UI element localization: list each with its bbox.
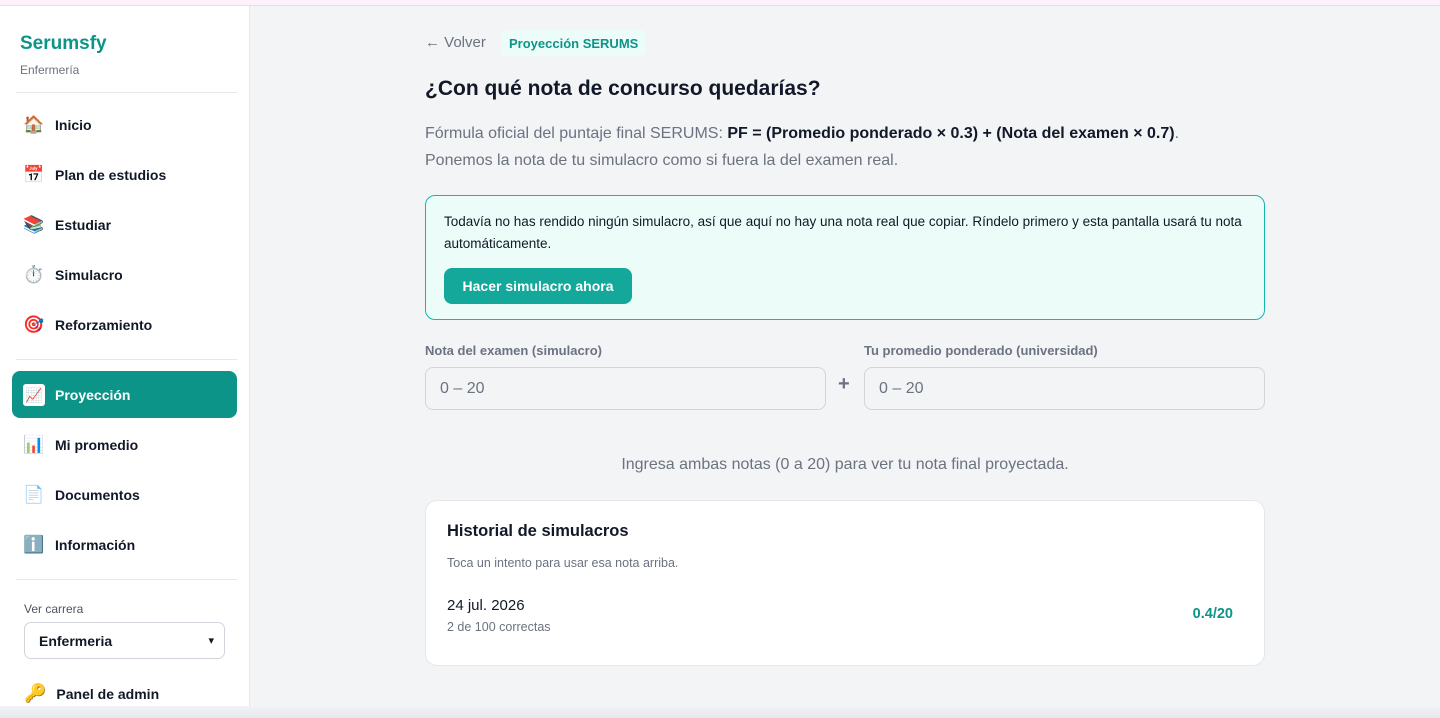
page-title: ¿Con qué nota de concurso quedarías?	[425, 77, 821, 100]
chevron-down-icon: ▾	[208, 635, 214, 647]
attempt-date: 24 jul. 2026	[447, 597, 525, 614]
take-simulacro-button[interactable]: Hacer simulacro ahora	[444, 268, 632, 304]
bottom-edge	[0, 706, 1440, 718]
attempt-detail: 2 de 100 correctas	[447, 620, 551, 634]
document-icon: 📄	[23, 485, 45, 504]
sidebar-item-label: Información	[55, 536, 136, 553]
sidebar-item-label: Documentos	[55, 486, 140, 503]
sidebar-item-simulacro[interactable]: ⏱️ Simulacro	[12, 251, 237, 298]
chart-increasing-icon: 📈	[23, 383, 45, 406]
sidebar-item-label: Plan de estudios	[55, 166, 167, 183]
career-select[interactable]: Enfermeria ▾	[24, 622, 225, 659]
formula-prefix: Fórmula oficial del puntaje final SERUMS…	[425, 125, 728, 142]
sidebar-item-documentos[interactable]: 📄 Documentos	[12, 471, 237, 518]
history-card: Historial de simulacros Toca un intento …	[425, 500, 1265, 666]
no-attempt-notice: Todavía no has rendido ningún simulacro,…	[425, 195, 1265, 320]
plus-icon: +	[838, 373, 850, 395]
sidebar-item-label: Reforzamiento	[55, 316, 153, 333]
history-subtitle: Toca un intento para usar esa nota arrib…	[447, 556, 679, 570]
history-attempt-row[interactable]: 24 jul. 2026 2 de 100 correctas 0.4/20	[447, 595, 1244, 640]
sidebar-item-plan-de-estudios[interactable]: 📅 Plan de estudios	[12, 151, 237, 198]
projection-hint: Ingresa ambas notas (0 a 20) para ver tu…	[621, 456, 1069, 473]
sidebar-item-label: Inicio	[55, 116, 92, 133]
sidebar-divider	[16, 359, 237, 360]
section-chip: Proyección SERUMS	[501, 30, 647, 56]
back-link[interactable]: ← Volver	[425, 34, 486, 51]
sidebar-item-informacion[interactable]: ℹ️ Información	[12, 521, 237, 568]
sidebar-item-inicio[interactable]: 🏠 Inicio	[12, 101, 237, 148]
attempt-score: 0.4/20	[1192, 606, 1233, 622]
weighted-average-input[interactable]	[864, 367, 1265, 410]
sidebar-item-label: Estudiar	[55, 216, 112, 233]
career-select-value: Enfermeria	[39, 632, 113, 649]
brand-subtitle: Enfermería	[20, 63, 80, 77]
sidebar-item-label: Mi promedio	[55, 436, 139, 453]
weighted-average-label: Tu promedio ponderado (universidad)	[864, 343, 1098, 358]
admin-panel-label: Panel de admin	[56, 685, 160, 702]
sidebar-divider	[16, 92, 237, 93]
calendar-icon: 📅	[23, 165, 45, 184]
admin-panel-link[interactable]: 🔑 Panel de admin	[24, 683, 159, 704]
sidebar-item-label: Simulacro	[55, 266, 123, 283]
sidebar-item-reforzamiento[interactable]: 🎯 Reforzamiento	[12, 301, 237, 348]
home-icon: 🏠	[23, 115, 45, 134]
sidebar-divider	[16, 579, 237, 580]
history-title: Historial de simulacros	[447, 522, 629, 540]
exam-score-label: Nota del examen (simulacro)	[425, 343, 602, 358]
formula-description: Fórmula oficial del puntaje final SERUMS…	[425, 120, 1265, 174]
formula-text: PF = (Promedio ponderado × 0.3) + (Nota …	[727, 125, 1175, 142]
sidebar-item-mi-promedio[interactable]: 📊 Mi promedio	[12, 421, 237, 468]
formula-line2: Ponemos la nota de tu simulacro como si …	[425, 152, 899, 169]
brand-logo[interactable]: Serumsfy	[20, 33, 107, 55]
key-icon: 🔑	[24, 683, 47, 703]
sidebar-item-estudiar[interactable]: 📚 Estudiar	[12, 201, 237, 248]
sidebar-item-label: Proyección	[55, 386, 131, 403]
sidebar: Serumsfy Enfermería 🏠 Inicio 📅 Plan de e…	[0, 6, 250, 718]
books-icon: 📚	[23, 215, 45, 234]
formula-suffix: .	[1174, 125, 1180, 142]
stopwatch-icon: ⏱️	[23, 265, 45, 284]
info-icon: ℹ️	[23, 535, 45, 554]
career-label: Ver carrera	[24, 602, 84, 616]
notice-text: Todavía no has rendido ningún simulacro,…	[444, 214, 1242, 251]
sidebar-item-proyeccion[interactable]: 📈 Proyección	[12, 371, 237, 418]
exam-score-input[interactable]	[425, 367, 826, 410]
target-icon: 🎯	[23, 315, 45, 334]
bar-chart-icon: 📊	[23, 435, 45, 454]
